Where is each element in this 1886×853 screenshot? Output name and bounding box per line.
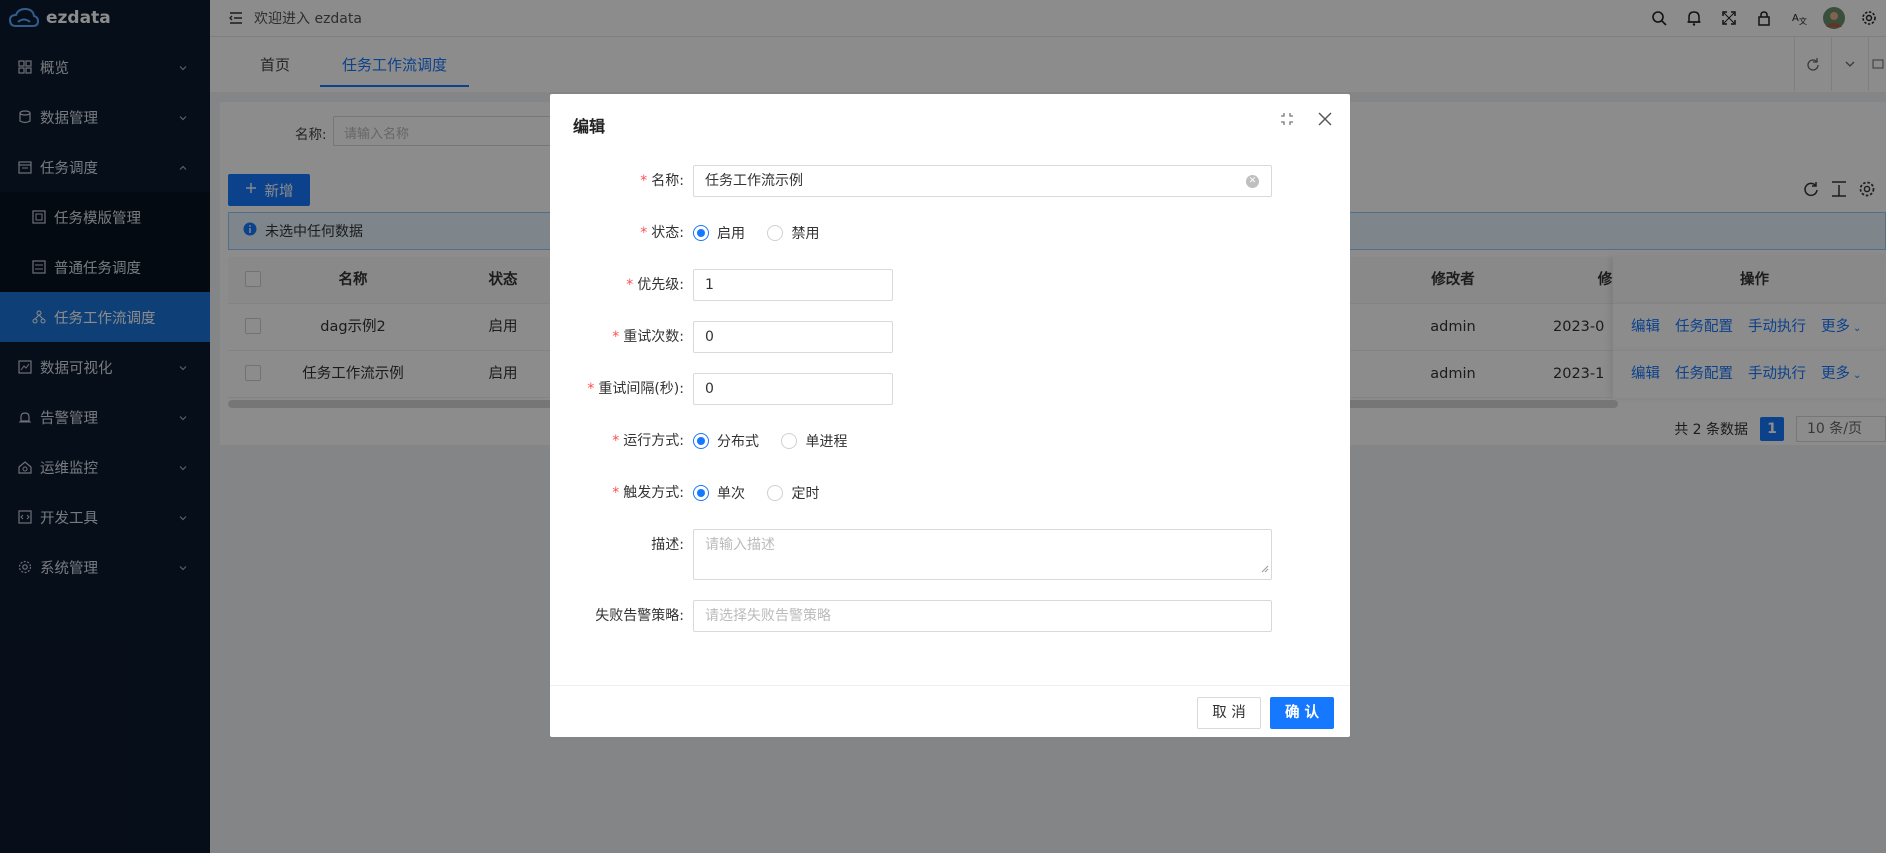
priority-input[interactable]: 1	[693, 269, 893, 301]
field-label: * 重试间隔(秒):	[587, 381, 684, 397]
form-row-run-mode: * 运行方式: 分布式 单进程	[550, 425, 1350, 457]
field-label: 描述:	[651, 537, 684, 553]
field-label: * 重试次数:	[612, 329, 684, 345]
field-label: * 触发方式:	[612, 485, 684, 501]
radio-trigger-scheduled[interactable]: 定时	[767, 477, 819, 509]
radio-trigger-once[interactable]: 单次	[693, 477, 745, 509]
cancel-button[interactable]: 取 消	[1197, 697, 1261, 729]
name-input[interactable]: 任务工作流示例 ✕	[693, 165, 1272, 197]
description-textarea[interactable]: 请输入描述	[693, 529, 1272, 580]
field-label: * 优先级:	[626, 277, 684, 293]
close-icon[interactable]	[1316, 110, 1334, 132]
radio-run-single-process[interactable]: 单进程	[781, 425, 847, 457]
radio-run-distributed[interactable]: 分布式	[693, 425, 759, 457]
fullscreen-icon[interactable]	[1279, 111, 1295, 131]
retry-count-input[interactable]: 0	[693, 321, 893, 353]
confirm-button[interactable]: 确 认	[1270, 697, 1334, 729]
field-label: * 状态:	[640, 225, 684, 241]
field-label: * 运行方式:	[612, 433, 684, 449]
form-row-status: * 状态: 启用 禁用	[550, 217, 1350, 249]
edit-modal: 编辑 * 名称: 任务工作流示例 ✕ * 状态: 启用 禁用 * 优先级: 1 * 重试次…	[550, 94, 1350, 737]
field-label: * 名称:	[640, 173, 684, 189]
form-row-priority: * 优先级: 1	[550, 269, 1350, 301]
retry-interval-input[interactable]: 0	[693, 373, 893, 405]
clear-icon[interactable]: ✕	[1246, 175, 1259, 188]
form-row-retry-interval: * 重试间隔(秒): 0	[550, 373, 1350, 405]
modal-title: 编辑	[573, 117, 606, 136]
form-row-alert-strategy: 失败告警策略: 请选择失败告警策略	[550, 600, 1350, 632]
radio-status-disabled[interactable]: 禁用	[767, 217, 819, 249]
form-row-retry-count: * 重试次数: 0	[550, 321, 1350, 353]
form-row-description: 描述: 请输入描述	[550, 529, 1350, 581]
modal-footer: 取 消 确 认	[550, 685, 1350, 737]
resize-handle-icon[interactable]	[1261, 560, 1269, 578]
field-label: 失败告警策略:	[595, 608, 684, 624]
form-row-name: * 名称: 任务工作流示例 ✕	[550, 165, 1350, 197]
alert-strategy-select[interactable]: 请选择失败告警策略	[693, 600, 1272, 632]
form-row-trigger-mode: * 触发方式: 单次 定时	[550, 477, 1350, 509]
radio-status-enabled[interactable]: 启用	[693, 217, 745, 249]
